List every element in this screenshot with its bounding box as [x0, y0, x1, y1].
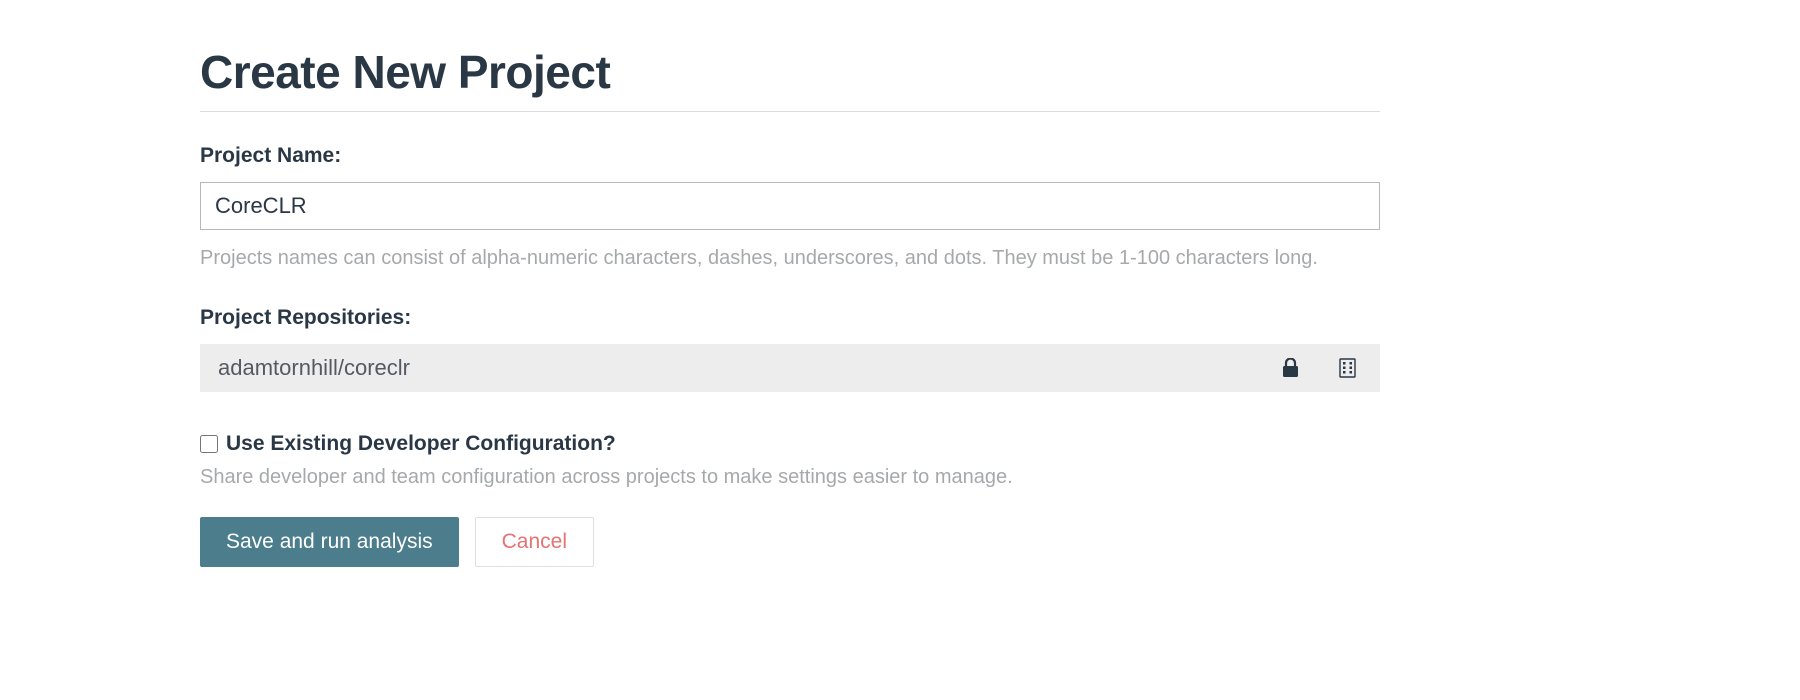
project-name-input[interactable]	[200, 182, 1380, 230]
create-project-form: Create New Project Project Name: Project…	[200, 45, 1380, 567]
repository-name: adamtornhill/coreclr	[218, 355, 1282, 381]
dev-config-row: Use Existing Developer Configuration?	[200, 432, 1380, 456]
project-name-help: Projects names can consist of alpha-nume…	[200, 244, 1380, 272]
cancel-button[interactable]: Cancel	[475, 517, 594, 567]
action-buttons: Save and run analysis Cancel	[200, 517, 1380, 567]
lock-icon	[1282, 358, 1299, 378]
dev-config-label[interactable]: Use Existing Developer Configuration?	[226, 432, 616, 456]
building-icon	[1339, 358, 1356, 378]
dev-config-checkbox[interactable]	[200, 435, 218, 453]
repositories-label: Project Repositories:	[200, 306, 1380, 330]
title-divider	[200, 111, 1380, 112]
dev-config-help: Share developer and team configuration a…	[200, 466, 1380, 489]
repository-row[interactable]: adamtornhill/coreclr	[200, 344, 1380, 392]
project-name-label: Project Name:	[200, 144, 1380, 168]
repository-icons	[1282, 358, 1362, 378]
save-run-analysis-button[interactable]: Save and run analysis	[200, 517, 459, 567]
page-title: Create New Project	[200, 45, 1380, 99]
